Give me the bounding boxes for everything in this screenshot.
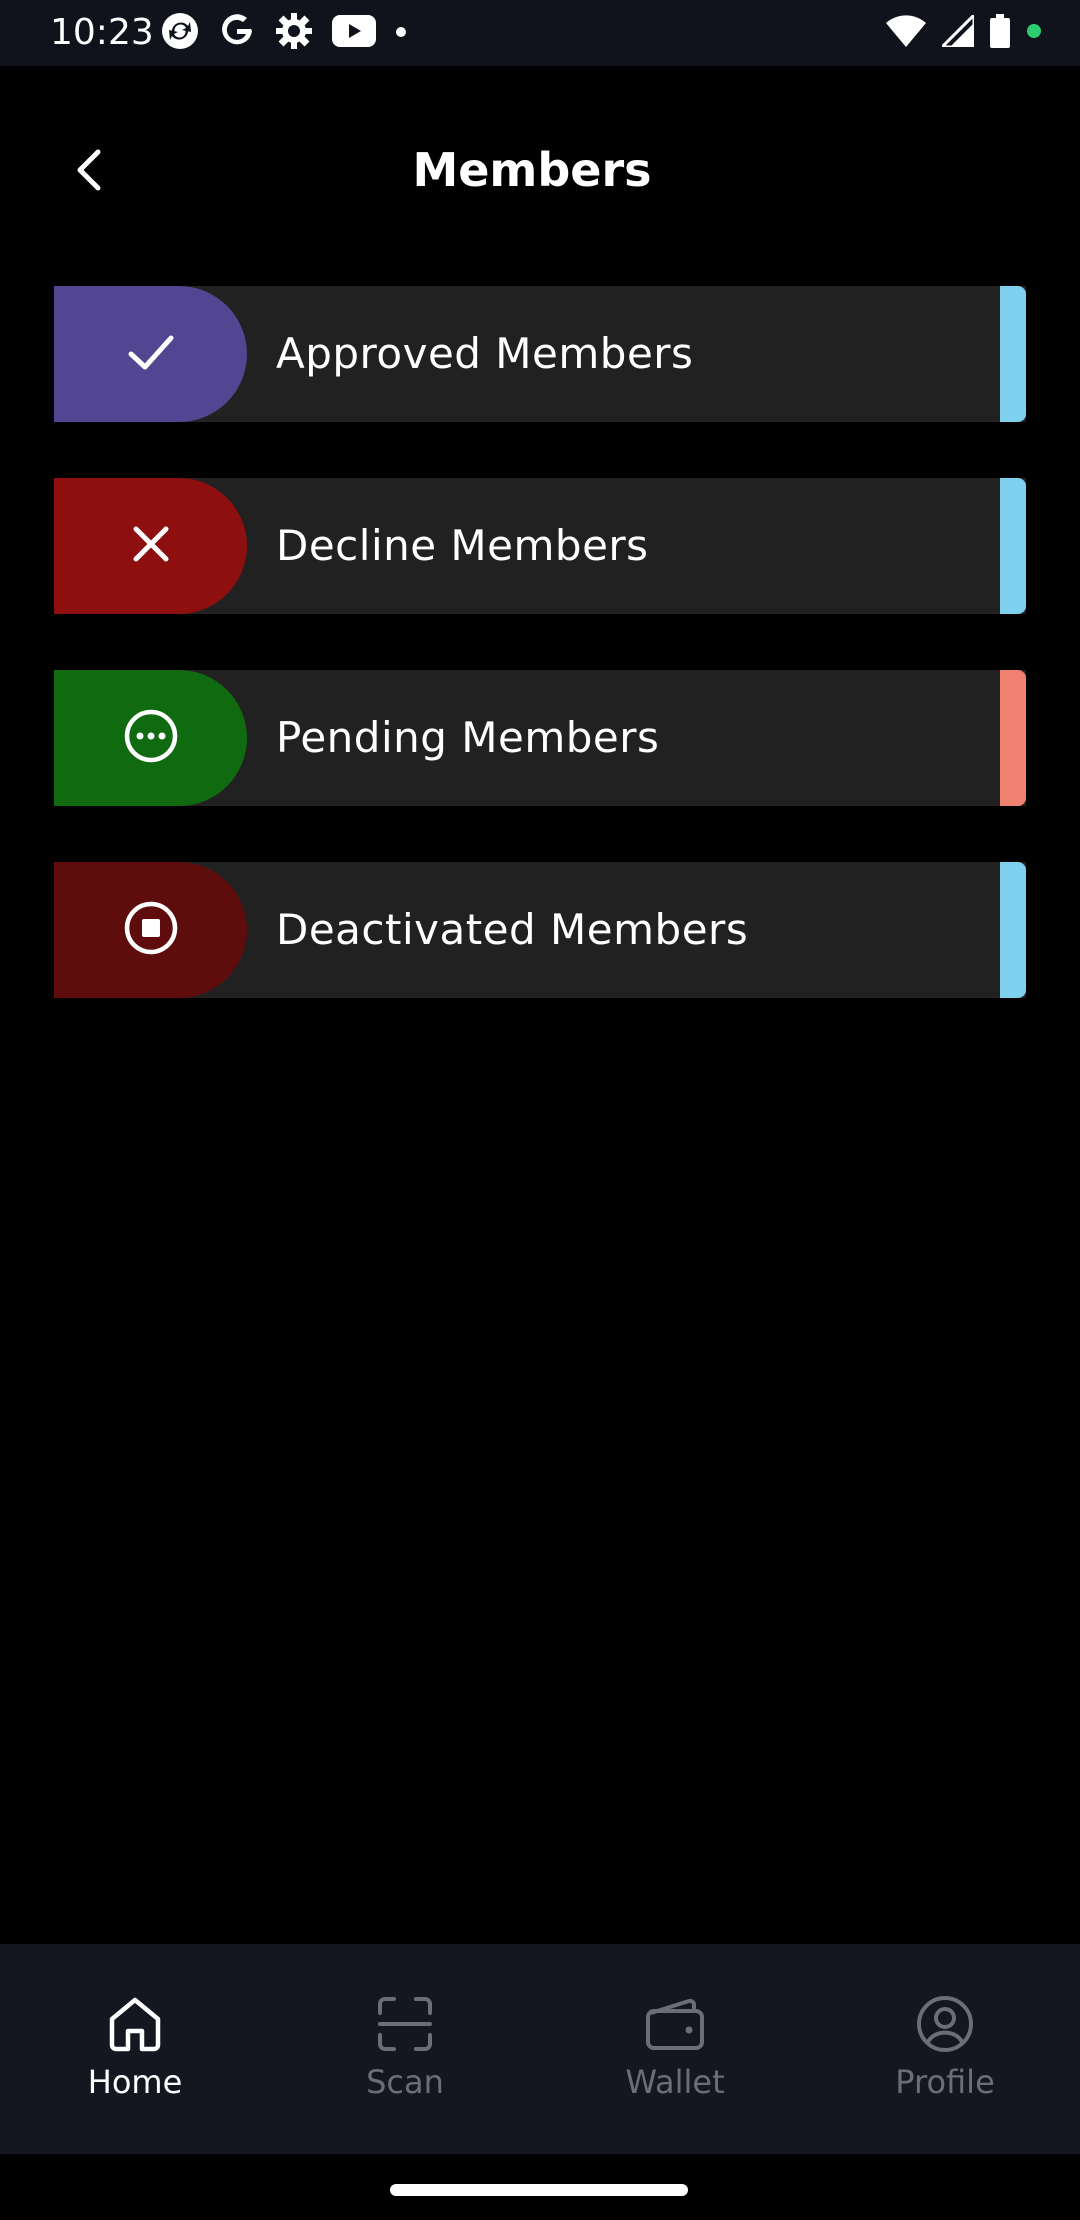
- deactivated-pill: [54, 862, 247, 998]
- wallet-icon: [645, 1994, 705, 2054]
- status-bar: 10:23: [0, 0, 1080, 66]
- sync-icon: [160, 11, 200, 55]
- nav-profile[interactable]: Profile: [810, 1944, 1080, 2154]
- gesture-area: [0, 2154, 1080, 2220]
- nav-wallet[interactable]: Wallet: [540, 1944, 810, 2154]
- google-icon: [218, 12, 256, 54]
- bottom-nav: Home Scan Wallet Profile: [0, 1944, 1080, 2154]
- home-icon: [105, 1994, 165, 2054]
- wifi-icon: [886, 15, 926, 51]
- decline-pill: [54, 478, 247, 614]
- pending-pill: [54, 670, 247, 806]
- card-edge-accent: [1000, 862, 1026, 998]
- youtube-icon: [332, 15, 376, 51]
- nav-home-label: Home: [87, 2063, 183, 2101]
- more-circle-icon: [123, 708, 179, 768]
- green-dot-icon: [1026, 23, 1042, 43]
- close-icon: [126, 519, 176, 573]
- card-edge-accent: [1000, 286, 1026, 422]
- profile-icon: [915, 1994, 975, 2054]
- pending-members-label: Pending Members: [276, 713, 660, 762]
- home-gesture-handle[interactable]: [390, 2184, 688, 2196]
- decline-members-button[interactable]: Decline Members: [54, 478, 1026, 614]
- approved-members-button[interactable]: Approved Members: [54, 286, 1026, 422]
- page-title: Members: [412, 143, 652, 197]
- battery-icon: [990, 14, 1010, 52]
- deactivated-members-button[interactable]: Deactivated Members: [54, 862, 1026, 998]
- status-icons-right: [886, 11, 1042, 54]
- signal-icon: [938, 11, 976, 51]
- nav-profile-label: Profile: [895, 2063, 995, 2101]
- member-list: Approved Members Decline Members Pending…: [54, 286, 1026, 1054]
- nav-scan[interactable]: Scan: [270, 1944, 540, 2154]
- status-icons-left: [160, 12, 408, 54]
- nav-home[interactable]: Home: [0, 1944, 270, 2154]
- card-edge-accent: [1000, 478, 1026, 614]
- check-icon: [123, 324, 179, 384]
- nav-scan-label: Scan: [366, 2063, 444, 2101]
- decline-members-label: Decline Members: [276, 521, 649, 570]
- dot-icon: [394, 24, 408, 43]
- status-time: 10:23: [50, 12, 154, 53]
- pending-members-button[interactable]: Pending Members: [54, 670, 1026, 806]
- scan-icon: [375, 1994, 435, 2054]
- settings-icon: [274, 11, 314, 55]
- deactivated-members-label: Deactivated Members: [276, 905, 749, 954]
- approved-pill: [54, 286, 247, 422]
- stop-circle-icon: [123, 900, 179, 960]
- approved-members-label: Approved Members: [276, 329, 694, 378]
- nav-wallet-label: Wallet: [625, 2063, 725, 2101]
- app-header: Members: [0, 66, 1080, 272]
- card-edge-accent: [1000, 670, 1026, 806]
